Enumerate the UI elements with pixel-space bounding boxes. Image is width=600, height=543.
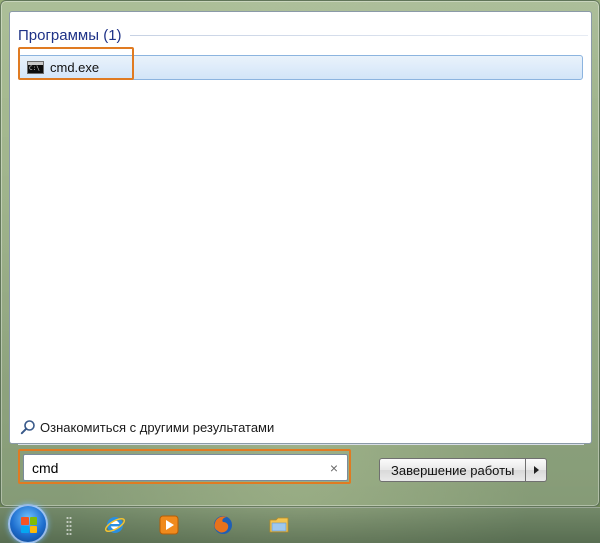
- start-menu: Программы (1) cmd.exe Ознакомиться с дру…: [0, 0, 600, 507]
- console-icon: [27, 61, 44, 74]
- pane-divider: [18, 444, 584, 445]
- power-options-button[interactable]: [526, 458, 548, 482]
- taskbar: [0, 504, 600, 543]
- search-results-pane: Программы (1) cmd.exe Ознакомиться с дру…: [9, 11, 592, 445]
- see-more-results-link[interactable]: Ознакомиться с другими результатами: [18, 417, 274, 437]
- taskbar-grip[interactable]: [66, 516, 72, 536]
- windows-logo-icon: [21, 517, 37, 533]
- internet-explorer-icon[interactable]: [104, 514, 126, 536]
- result-item-cmd[interactable]: cmd.exe: [18, 55, 583, 80]
- result-label: cmd.exe: [50, 60, 100, 75]
- power-controls: Завершение работы: [379, 458, 548, 482]
- section-title: Программы (1): [18, 26, 122, 44]
- see-more-label: Ознакомиться с другими результатами: [40, 419, 275, 435]
- results-section-header: Программы (1): [18, 25, 588, 45]
- file-explorer-icon[interactable]: [268, 514, 290, 536]
- start-button[interactable]: [8, 504, 48, 543]
- media-player-icon[interactable]: [158, 514, 180, 536]
- search-icon: [20, 420, 35, 435]
- search-input-value: cmd: [32, 459, 59, 476]
- close-icon[interactable]: ×: [327, 461, 341, 475]
- shutdown-button[interactable]: Завершение работы: [379, 458, 527, 482]
- section-divider: [129, 34, 588, 36]
- chevron-right-icon: [533, 466, 539, 474]
- search-input[interactable]: cmd ×: [23, 454, 348, 481]
- firefox-icon[interactable]: [212, 514, 234, 536]
